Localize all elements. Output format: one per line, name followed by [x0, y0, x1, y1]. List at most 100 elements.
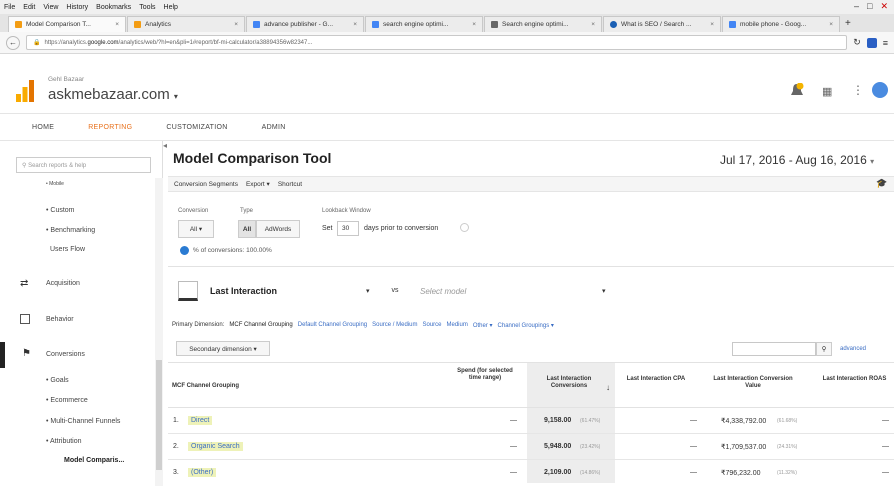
notifications-icon[interactable] [790, 82, 804, 101]
model-select[interactable]: Last Interaction [210, 286, 277, 296]
close-tab-icon[interactable]: × [234, 21, 238, 28]
sidebar-search-input[interactable]: ⚲ Search reports & help [16, 157, 151, 173]
sidebar-item-attribution[interactable]: • Attribution [46, 438, 82, 445]
sort-descending-icon[interactable]: ↓ [606, 383, 610, 392]
info-circle-icon [180, 246, 189, 255]
maximize-icon[interactable]: □ [867, 1, 872, 12]
browser-tab[interactable]: advance publisher - G... × [246, 16, 364, 32]
nav-reporting[interactable]: REPORTING [88, 124, 132, 131]
dimension-link[interactable]: Source / Medium [372, 322, 417, 329]
sidebar-item-ecommerce[interactable]: • Ecommerce [46, 397, 88, 404]
close-tab-icon[interactable]: × [829, 21, 833, 28]
nav-customization[interactable]: CUSTOMIZATION [166, 124, 227, 131]
shortcut-button[interactable]: Shortcut [278, 181, 302, 188]
close-tab-icon[interactable]: × [353, 21, 357, 28]
sidebar-item-goals[interactable]: • Goals [46, 377, 69, 384]
type-adwords-button[interactable]: AdWords [256, 220, 300, 238]
sidebar-item-mobile[interactable]: • Mobile [46, 181, 64, 187]
ga-header [0, 55, 894, 113]
primary-nav: HOME REPORTING CUSTOMIZATION ADMIN [0, 113, 894, 141]
sidebar-item-benchmarking[interactable]: • Benchmarking [46, 227, 95, 234]
sidebar-scroll-thumb[interactable] [156, 360, 162, 470]
advanced-link[interactable]: advanced [840, 346, 866, 352]
dimension-link[interactable]: Default Channel Grouping [298, 322, 367, 329]
column-header-conversion-value[interactable]: Last Interaction Conversion Value [708, 376, 798, 390]
sidebar-item-conversions[interactable]: Conversions [46, 351, 85, 358]
menu-icon[interactable]: ≡ [883, 38, 888, 48]
pocket-icon[interactable] [866, 37, 877, 48]
sidebar-item-multi-channel-funnels[interactable]: • Multi-Channel Funnels [46, 418, 120, 425]
dimension-link[interactable]: Source [422, 322, 441, 329]
dimension-link[interactable]: Medium [447, 322, 468, 329]
menu-view[interactable]: View [43, 4, 58, 11]
lookback-days-input[interactable]: 30 [337, 221, 359, 236]
column-header-roas[interactable]: Last Interaction ROAS [815, 376, 894, 383]
more-options-icon[interactable]: ⋮ [852, 83, 864, 97]
dropdown-arrow-icon[interactable]: ▾ [602, 287, 606, 295]
close-tab-icon[interactable]: × [115, 21, 119, 28]
conversion-select[interactable]: All ▾ [178, 220, 214, 238]
column-header-spend[interactable]: Spend (for selected time range) [455, 368, 515, 382]
tab-favicon-icon [610, 21, 617, 28]
tab-bar: Model Comparison T... × Analytics × advanc… [0, 14, 894, 32]
search-icon: ⚲ [22, 163, 27, 169]
menu-file[interactable]: File [4, 4, 15, 11]
menu-history[interactable]: History [66, 4, 88, 11]
browser-tab[interactable]: search engine optimi... × [365, 16, 483, 32]
education-cap-icon[interactable]: 🎓 [876, 178, 887, 189]
search-icon: ⚲ [821, 346, 827, 353]
search-button[interactable]: ⚲ [816, 342, 832, 356]
behavior-icon [20, 314, 30, 324]
column-header-conversions[interactable]: Last Interaction Conversions [532, 376, 606, 390]
channel-link[interactable]: Organic Search [188, 442, 243, 451]
table-search-input[interactable] [732, 342, 816, 356]
reload-icon[interactable]: ↻ [853, 37, 861, 48]
url-field[interactable]: 🔒 https://analytics. google.com/analytics… [26, 35, 848, 50]
close-icon[interactable]: ✕ [880, 1, 888, 12]
back-icon[interactable]: ← [6, 35, 20, 50]
browser-tab[interactable]: Analytics × [127, 16, 245, 32]
browser-tab[interactable]: Search engine optimi... × [484, 16, 602, 32]
sidebar-item-custom[interactable]: • Custom [46, 207, 75, 214]
tab-favicon-icon [491, 21, 498, 28]
apps-grid-icon[interactable]: ▦ [822, 85, 832, 98]
channel-link[interactable]: (Other) [188, 468, 217, 477]
account-selector[interactable]: askmebazaar.com ▾ [48, 86, 178, 103]
menu-help[interactable]: Help [164, 4, 178, 11]
sidebar-item-model-comparison[interactable]: Model Comparis... [64, 457, 124, 464]
close-tab-icon[interactable]: × [710, 21, 714, 28]
browser-tab[interactable]: Model Comparison T... × [8, 16, 126, 32]
close-tab-icon[interactable]: × [472, 21, 476, 28]
secondary-dimension-select[interactable]: Secondary dimension ▾ [176, 341, 270, 356]
menu-tools[interactable]: Tools [139, 4, 155, 11]
channel-link[interactable]: Direct [188, 416, 213, 425]
new-tab-icon[interactable]: + [845, 18, 851, 29]
sidebar-item-users-flow[interactable]: Users Flow [50, 246, 85, 253]
date-range-picker[interactable]: Jul 17, 2016 - Aug 16, 2016 ▾ [720, 153, 874, 167]
browser-tab[interactable]: What is SEO / Search ... × [603, 16, 721, 32]
nav-home[interactable]: HOME [32, 124, 54, 131]
nav-admin[interactable]: ADMIN [262, 124, 286, 131]
type-all-button[interactable]: All [238, 220, 256, 238]
export-button[interactable]: Export ▾ [246, 180, 270, 188]
conversion-segments-button[interactable]: Conversion Segments [174, 181, 238, 188]
dropdown-arrow-icon[interactable]: ▾ [366, 287, 370, 295]
avatar[interactable] [872, 82, 888, 98]
help-icon[interactable] [460, 223, 469, 232]
dimension-link[interactable]: Channel Groupings ▾ [498, 322, 554, 329]
menu-bookmarks[interactable]: Bookmarks [96, 4, 131, 11]
browser-tab[interactable]: mobile phone - Goog... × [722, 16, 840, 32]
dimension-active: MCF Channel Grouping [229, 322, 293, 328]
column-header-channel[interactable]: MCF Channel Grouping [172, 383, 239, 390]
collapse-sidebar-icon[interactable]: ◂ [163, 141, 167, 150]
conversion-percent: % of conversions: 100.00% [193, 247, 272, 254]
sidebar-item-behavior[interactable]: Behavior [46, 316, 74, 323]
navigation-bar: ← 🔒 https://analytics. google.com/analyti… [0, 32, 894, 54]
dimension-link[interactable]: Other ▾ [473, 322, 493, 329]
minimize-icon[interactable]: – [854, 1, 859, 12]
close-tab-icon[interactable]: × [591, 21, 595, 28]
compare-model-select[interactable]: Select model [420, 287, 466, 296]
column-header-cpa[interactable]: Last Interaction CPA [616, 376, 696, 383]
sidebar-item-acquisition[interactable]: Acquisition [46, 280, 80, 287]
menu-edit[interactable]: Edit [23, 4, 35, 11]
